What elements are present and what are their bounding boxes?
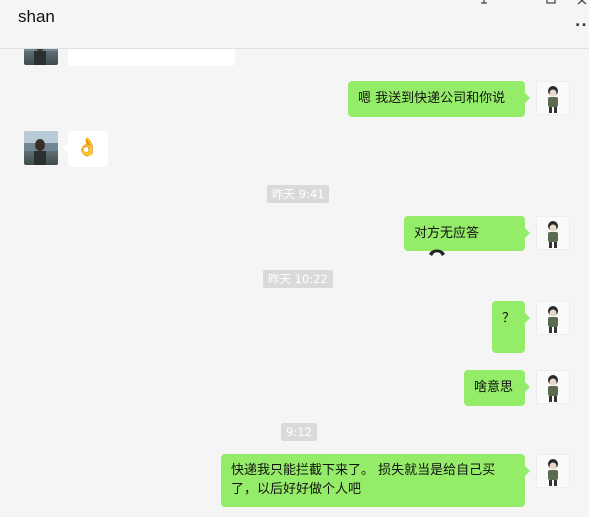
message-text: 啥意思 bbox=[474, 380, 514, 395]
friend-avatar[interactable] bbox=[24, 131, 58, 165]
timestamp: 9:12 bbox=[281, 423, 317, 441]
message-bubble-me[interactable]: 快递我只能拦截下来了。 损失就当是给自己买 了，以后好好做个人吧 bbox=[221, 454, 530, 507]
chat-header: shan ... bbox=[0, 0, 589, 49]
message-text: ？ bbox=[501, 311, 515, 326]
chat-window: shan ... 452424196810170082 嗯 我送到快递公司和你说 bbox=[0, 0, 589, 517]
my-avatar[interactable] bbox=[536, 370, 570, 404]
my-avatar[interactable] bbox=[536, 216, 570, 250]
ok-hand-emoji: 👌 bbox=[76, 137, 99, 158]
timestamp: 昨天 10:22 bbox=[263, 270, 333, 288]
message-text: 嗯 我送到快递公司和你说 bbox=[358, 91, 506, 106]
more-icon[interactable]: ... bbox=[575, 14, 589, 30]
timestamp: 昨天 9:41 bbox=[267, 185, 330, 203]
message-text-line: 快递我只能拦截下来了。 损失就当是给自己买 bbox=[231, 463, 496, 478]
maximize-icon[interactable] bbox=[544, 0, 558, 8]
call-bubble-me[interactable]: 对方无应答 bbox=[404, 216, 530, 256]
message-bubble-me[interactable]: 嗯 我送到快递公司和你说 bbox=[348, 81, 530, 117]
chat-title: shan bbox=[18, 7, 55, 26]
phone-hangup-icon bbox=[428, 244, 446, 264]
message-text-line: 了，以后好好做个人吧 bbox=[231, 482, 362, 497]
pin-icon[interactable] bbox=[477, 0, 491, 8]
message-bubble-me[interactable]: 啥意思 bbox=[464, 370, 530, 406]
my-avatar[interactable] bbox=[536, 81, 570, 115]
message-bubble-me[interactable]: ？ bbox=[492, 301, 530, 353]
message-text: 对方无应答 bbox=[414, 226, 480, 241]
message-bubble-friend[interactable]: 👌 bbox=[63, 131, 108, 167]
my-avatar[interactable] bbox=[536, 301, 570, 335]
my-avatar[interactable] bbox=[536, 454, 570, 488]
close-icon[interactable] bbox=[575, 0, 589, 8]
